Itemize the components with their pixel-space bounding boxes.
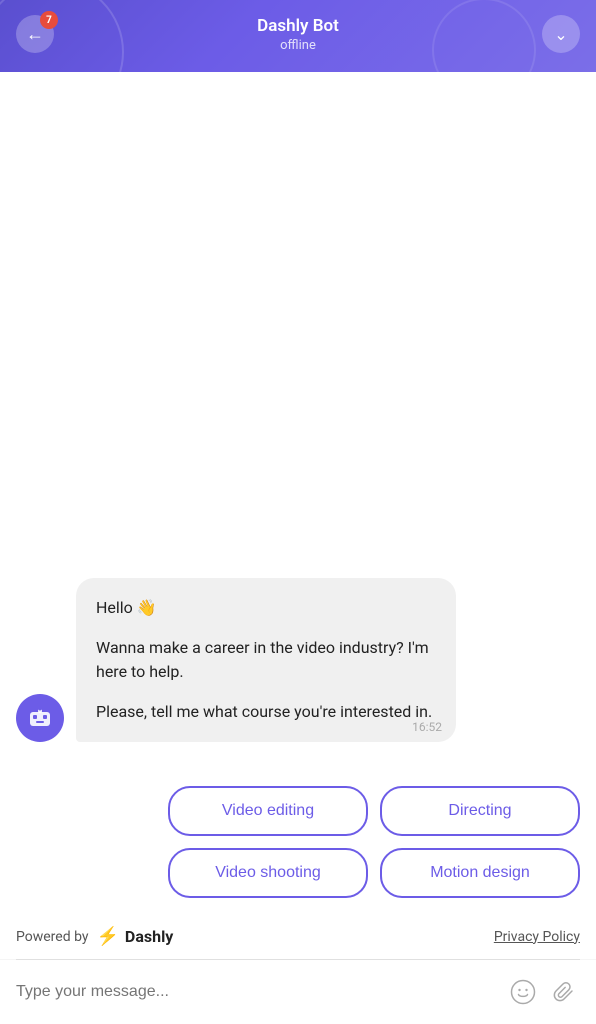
chevron-button[interactable]: ⌄ [542, 15, 580, 53]
back-button[interactable]: ← 7 [16, 15, 54, 53]
back-icon: ← [26, 24, 44, 45]
bot-message-row: Hello 👋 Wanna make a career in the video… [16, 578, 580, 742]
option-video-shooting[interactable]: Video shooting [168, 848, 368, 898]
input-area [0, 960, 596, 1024]
chat-area: Hello 👋 Wanna make a career in the video… [0, 72, 596, 778]
intro-text: Wanna make a career in the video industr… [96, 636, 436, 684]
bot-bubble-text: Hello 👋 Wanna make a career in the video… [96, 596, 436, 724]
option-video-editing[interactable]: Video editing [168, 786, 368, 836]
bot-bubble: Hello 👋 Wanna make a career in the video… [76, 578, 456, 742]
notification-badge: 7 [40, 11, 58, 29]
emoji-button[interactable] [508, 977, 538, 1007]
header: ← 7 Dashly Bot offline ⌄ [0, 0, 596, 72]
options-row-2: Video shooting Motion design [16, 848, 580, 898]
powered-by-text: Powered by [16, 929, 89, 945]
emoji-icon [510, 979, 536, 1005]
robot-icon [26, 704, 54, 732]
message-time: 16:52 [412, 720, 442, 734]
message-input[interactable] [16, 983, 496, 1001]
question-text: Please, tell me what course you're inter… [96, 700, 436, 724]
greeting-text: Hello 👋 [96, 596, 436, 620]
header-center: Dashly Bot offline [54, 16, 542, 53]
bot-avatar [16, 694, 64, 742]
attach-button[interactable] [550, 977, 580, 1007]
option-motion-design[interactable]: Motion design [380, 848, 580, 898]
options-area: Video editing Directing Video shooting M… [0, 778, 596, 914]
powered-by-left: Powered by ⚡ Dashly [16, 926, 173, 947]
dashly-brand-name: Dashly [125, 927, 173, 946]
bot-name: Dashly Bot [54, 16, 542, 36]
powered-by-bar: Powered by ⚡ Dashly Privacy Policy [0, 914, 596, 959]
option-directing[interactable]: Directing [380, 786, 580, 836]
bot-status: offline [54, 38, 542, 53]
options-row-1: Video editing Directing [16, 786, 580, 836]
chevron-down-icon: ⌄ [554, 25, 567, 44]
chat-spacer [16, 92, 580, 578]
dashly-logo: ⚡ Dashly [97, 926, 174, 947]
privacy-policy-link[interactable]: Privacy Policy [494, 929, 580, 945]
dashly-logo-icon: ⚡ [97, 926, 119, 947]
attach-icon [552, 979, 578, 1005]
